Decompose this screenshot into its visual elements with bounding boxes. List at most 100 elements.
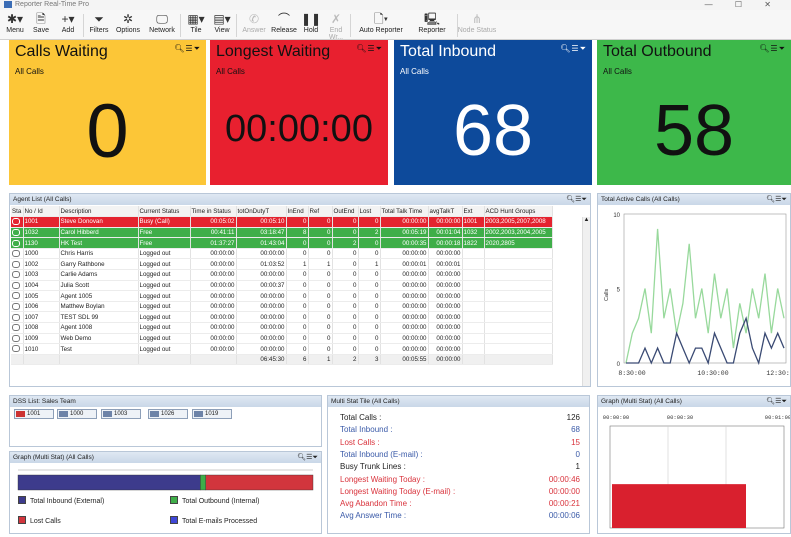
legend-swatch xyxy=(18,496,26,504)
dss-extension-button[interactable]: 1001 xyxy=(14,409,54,419)
table-cell xyxy=(462,258,485,271)
table-cell: 1 xyxy=(308,258,333,271)
tile-calls-waiting[interactable]: Calls Waiting All Calls 🔍︎☰⏷ 0 xyxy=(9,40,206,185)
toolbar-release-button[interactable]: ⌒ Release xyxy=(270,12,298,39)
table-cell: 00:05:19 xyxy=(380,227,429,239)
tile-tools-icon[interactable]: 🔍︎☰⏷ xyxy=(174,44,201,54)
toolbar-options-button[interactable]: ✲ Options xyxy=(113,12,143,39)
tile-value: 58 xyxy=(653,91,735,171)
dss-extension-button[interactable]: 1019 xyxy=(192,409,232,419)
panel-tools-icon[interactable]: 🔍︎☰⏷ xyxy=(766,194,787,205)
tile-total-outbound[interactable]: Total Outbound All Calls 🔍︎☰⏷ 58 xyxy=(597,40,791,185)
table-cell xyxy=(462,322,485,334)
toolbar-nodestatus-button[interactable]: ⋔ Node Status xyxy=(454,12,500,39)
table-row[interactable]: 1130 HK Test Free 01:37:27 01:43:04 0 0 2 0 00:00… xyxy=(11,237,553,249)
legend-item: Total Outbound (Internal) xyxy=(170,496,259,505)
legend-label: Total Outbound (Internal) xyxy=(182,498,260,505)
column-header[interactable]: Time in Status xyxy=(190,206,237,218)
y-tick-label: 0 xyxy=(617,362,621,368)
column-header[interactable]: Total Talk Time xyxy=(380,206,429,218)
column-header[interactable]: Sta xyxy=(11,206,24,218)
panel-tools-icon[interactable]: 🔍︎☰⏷ xyxy=(566,194,587,205)
toolbar-filters-button[interactable]: ⏷ Filters xyxy=(87,12,111,39)
panel-tools-icon[interactable]: 🔍︎☰⏷ xyxy=(766,396,787,407)
toolbar-tile-button[interactable]: ▦▾ Tile xyxy=(184,12,208,39)
column-header[interactable]: Ext xyxy=(462,206,485,218)
window-controls[interactable]: — ☐ ✕ xyxy=(705,0,781,9)
table-row[interactable]: 1007 TEST SDL 99 Logged out 00:00:00 00:00:0… xyxy=(11,311,553,324)
toolbar-view-button[interactable]: ▤▾ View xyxy=(210,12,234,39)
table-cell: Logged out xyxy=(138,311,191,324)
table-row[interactable]: 1004 Julia Scott Logged out 00:00:00 00:00:3… xyxy=(11,280,553,292)
table-cell: 8 xyxy=(286,227,309,239)
table-row[interactable]: 1000 Chris Harris Logged out 00:00:00 00:00:… xyxy=(11,248,553,260)
table-cell: 00:00:00 xyxy=(236,322,287,334)
dss-extension-button[interactable]: 1003 xyxy=(101,409,141,419)
column-header[interactable]: InEnd xyxy=(286,206,309,218)
table-cell: 1004 xyxy=(23,280,60,292)
toolbar-endwrapup-button[interactable]: ✗ End Wr... xyxy=(322,12,350,41)
table-row[interactable]: 1008 Agent 1008 Logged out 00:00:00 00:00:00… xyxy=(11,322,553,334)
tile-total-inbound[interactable]: Total Inbound All Calls 🔍︎☰⏷ 68 xyxy=(394,40,592,185)
table-row[interactable]: 1001 Steve Donovan Busy (Call) 00:05:02 00:0… xyxy=(11,216,553,228)
table-cell: 00:00:00 xyxy=(380,301,429,313)
stat-row: Longest Waiting Today : 00:00:46 xyxy=(340,475,580,486)
table-row[interactable]: 1009 Web Demo Logged out 00:00:00 00:00:00 0 0… xyxy=(11,333,553,345)
toolbar-autoreporter-button[interactable]: 🗋▾ Auto Reporter xyxy=(353,12,409,39)
legend-swatch xyxy=(18,516,26,524)
legend-item: Lost Calls xyxy=(18,516,61,525)
column-header[interactable]: Description xyxy=(59,206,139,218)
tile-tools-icon[interactable]: 🔍︎☰⏷ xyxy=(356,44,383,54)
toolbar-answer-button[interactable]: ✆ Answer xyxy=(240,12,268,39)
table-row[interactable]: 1010 Test Logged out 00:00:00 00:00:00 0 0 0 0 00… xyxy=(11,343,553,355)
dss-extension-button[interactable]: 1026 xyxy=(148,409,188,419)
table-cell: 2 xyxy=(358,227,381,239)
toolbar-add-button[interactable]: +▾ Add xyxy=(55,12,81,39)
table-cell: 00:01:04 xyxy=(428,227,463,239)
toolbar-label: Save xyxy=(33,27,49,34)
table-row[interactable]: 1003 Carlie Adams Logged out 00:00:00 00:00:… xyxy=(11,269,553,281)
scrollbar[interactable]: ▲ xyxy=(582,217,590,386)
x-tick-label: 00:00:00 xyxy=(603,414,629,421)
column-header[interactable]: Ref xyxy=(308,206,333,218)
table-row[interactable]: 1005 Agent 1005 Logged out 00:00:00 00:00:00… xyxy=(11,290,553,302)
column-header[interactable]: ACD Hunt Groups xyxy=(484,206,553,218)
column-header[interactable]: No / Id xyxy=(23,206,60,218)
table-cell: 1009 xyxy=(23,333,60,345)
table-cell xyxy=(484,343,553,355)
tile-tools-icon[interactable]: 🔍︎☰⏷ xyxy=(560,44,587,54)
dss-extension-button[interactable]: 1000 xyxy=(57,409,97,419)
reporter-icon: 🖳 xyxy=(423,12,440,26)
tile-value: 68 xyxy=(452,91,534,171)
column-header[interactable]: OutEnd xyxy=(332,206,359,218)
column-header[interactable]: Current Status xyxy=(138,206,191,218)
column-header[interactable]: totOnDutyT xyxy=(236,206,287,218)
table-cell xyxy=(462,343,485,355)
toolbar-reporter-button[interactable]: 🖳 Reporter xyxy=(415,12,449,39)
table-cell: 1003 xyxy=(23,269,60,281)
table-cell xyxy=(462,290,485,302)
stat-label: Avg Abandon Time : xyxy=(340,499,412,509)
table-cell xyxy=(484,290,553,302)
toolbar-hold-button[interactable]: ❚❚ Hold xyxy=(300,12,322,39)
table-row[interactable]: 1002 Garry Rathbone Logged out 00:00:00 01:0… xyxy=(11,258,553,271)
toolbar-menu-button[interactable]: ✱▾ Menu xyxy=(3,12,27,39)
column-header[interactable]: Lost xyxy=(358,206,381,218)
toolbar-network-button[interactable]: 🖵 Network xyxy=(145,12,179,39)
table-row[interactable]: 1032 Carol Hibberd Free 00:41:11 03:18:47 8 0 0… xyxy=(11,227,553,239)
tile-subtitle: All Calls xyxy=(400,67,429,76)
table-cell xyxy=(462,301,485,313)
table-row[interactable]: 1006 Matthew Boylan Logged out 00:00:00 00:0… xyxy=(11,301,553,313)
table-cell: Logged out xyxy=(138,333,191,345)
toolbar-save-button[interactable]: 🗎 Save xyxy=(29,12,53,39)
tile-value: 0 xyxy=(86,89,129,174)
y-axis-label: Calls xyxy=(604,289,610,301)
table-cell: 00:00:00 xyxy=(428,280,463,292)
panel-title: Total Active Calls (All Calls) xyxy=(601,196,680,203)
tile-tools-icon[interactable]: 🔍︎☰⏷ xyxy=(759,44,786,54)
tile-longest-waiting[interactable]: Longest Waiting All Calls 🔍︎☰⏷ 00:00:00 xyxy=(210,40,388,185)
panel-tools-icon[interactable]: 🔍︎☰⏷ xyxy=(297,452,318,463)
table-cell: Julia Scott xyxy=(59,280,139,292)
column-header[interactable]: avgTalkT xyxy=(428,206,463,218)
table-cell: Carol Hibberd xyxy=(59,227,139,239)
